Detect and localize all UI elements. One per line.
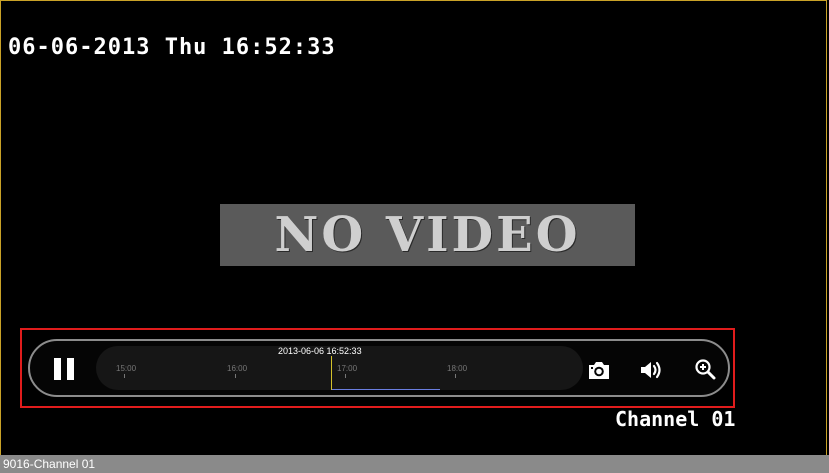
timeline-current-time: 2013-06-06 16:52:33 [278, 346, 362, 356]
recording-segment[interactable] [332, 389, 440, 390]
camera-footer: 9016-Channel 01 [0, 455, 829, 473]
pause-button[interactable] [54, 358, 74, 380]
audio-button[interactable] [639, 358, 663, 382]
channel-label: Channel 01 [615, 407, 736, 431]
snapshot-button[interactable] [587, 358, 611, 382]
playback-controlbar: 15:00 16:00 17:00 18:00 2013-06-06 16:52… [28, 339, 730, 397]
camera-name: 9016-Channel 01 [3, 457, 96, 471]
playback-timeline[interactable]: 15:00 16:00 17:00 18:00 2013-06-06 16:52… [96, 346, 583, 390]
timeline-tick-label: 16:00 [227, 364, 248, 378]
osd-datetime: 06-06-2013 Thu 16:52:33 [8, 35, 336, 60]
timeline-tick-label: 17:00 [337, 364, 358, 378]
zoom-button[interactable] [694, 358, 718, 382]
timeline-tick-label: 18:00 [447, 364, 468, 378]
video-viewport[interactable]: 06-06-2013 Thu 16:52:33 NO VIDEO 15:00 1… [0, 0, 827, 455]
no-video-text: NO VIDEO [274, 207, 581, 263]
zoom-in-icon [695, 359, 716, 380]
timeline-cursor[interactable] [331, 356, 332, 390]
camera-icon [589, 362, 609, 379]
timeline-tick-label: 15:00 [116, 364, 137, 378]
speaker-icon [641, 361, 661, 379]
no-video-banner: NO VIDEO [220, 204, 635, 266]
